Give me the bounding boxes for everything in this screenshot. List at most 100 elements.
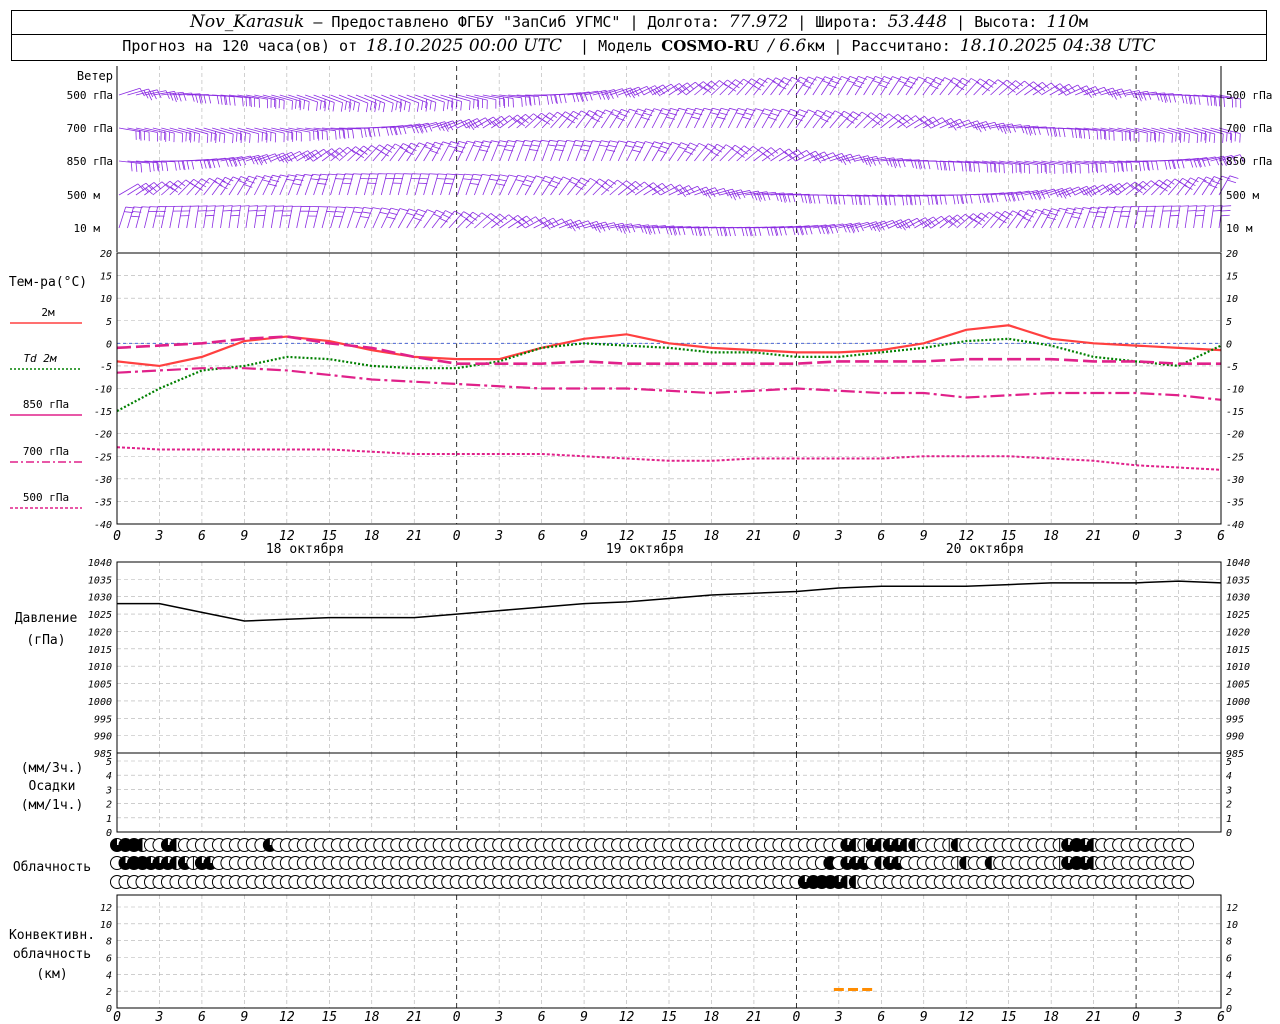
wind-barb-feather xyxy=(210,132,213,142)
wind-barb-feather xyxy=(850,153,856,163)
wind-barb xyxy=(296,206,302,229)
wind-barb xyxy=(465,174,474,196)
wind-barb-feather xyxy=(1139,162,1142,172)
wind-barb-feather xyxy=(723,188,729,197)
wind-barb-feather xyxy=(240,133,243,144)
wind-barb-feather xyxy=(531,144,541,147)
wind-barb-feather xyxy=(1100,163,1102,173)
wind-barb-feather xyxy=(1227,179,1237,184)
precip-unit-1h: (мм/1ч.) xyxy=(21,798,84,813)
wind-barb-feather xyxy=(521,117,529,124)
hour-label-bottom: 18 xyxy=(1043,1010,1059,1024)
wind-barb xyxy=(1167,178,1183,196)
wind-barb-feather xyxy=(998,163,1000,173)
wind-barb-feather xyxy=(135,162,138,172)
wind-barb xyxy=(727,145,745,162)
wind-barb-feather xyxy=(968,162,971,172)
wind-barb-feather xyxy=(880,196,883,206)
wind-barb-feather xyxy=(460,101,462,111)
wind-barb-feather xyxy=(837,154,843,163)
wind-barb-feather xyxy=(931,195,934,205)
wind-barb-feather xyxy=(1206,157,1211,167)
legend-label: 2м xyxy=(41,306,55,319)
pressure-unit: (гПа) xyxy=(26,633,65,648)
wind-barb-feather xyxy=(403,101,407,111)
temp-tick-left: -5 xyxy=(100,362,112,373)
wind-barb-feather xyxy=(1198,95,1201,105)
wind-barb xyxy=(736,78,752,96)
wind-barb xyxy=(1091,206,1100,229)
wind-barb xyxy=(558,110,574,129)
legend-label: 700 гПа xyxy=(23,445,69,458)
wind-barb-feather xyxy=(1105,163,1107,173)
wind-barb-feather xyxy=(956,194,960,204)
wind-barb xyxy=(414,173,422,196)
wind-barb-feather xyxy=(599,144,609,148)
wind-barb xyxy=(279,174,289,196)
wind-barb xyxy=(507,175,519,196)
wind-barb-feather xyxy=(902,196,905,206)
wind-barb xyxy=(533,217,554,229)
wind-barb xyxy=(888,114,907,129)
hour-label-bottom: 15 xyxy=(1001,1010,1017,1024)
wind-barb xyxy=(1125,180,1144,196)
wind-barb-feather xyxy=(472,211,481,218)
wind-barb xyxy=(169,206,175,229)
wind-barb xyxy=(279,206,285,229)
wind-barb-feather xyxy=(345,206,355,209)
wind-barb-feather xyxy=(566,139,576,143)
wind-barb-feather xyxy=(1142,161,1145,171)
wind-barb-feather xyxy=(538,96,541,106)
wind-barb xyxy=(397,142,412,162)
wind-barb xyxy=(127,206,135,229)
hour-label: 3 xyxy=(1174,529,1183,544)
wind-barb-feather xyxy=(139,88,145,97)
wind-barb-feather xyxy=(303,100,305,110)
wind-barb-feather xyxy=(198,133,200,143)
wind-barb-feather xyxy=(1096,130,1099,140)
wind-barb-feather xyxy=(1179,133,1182,143)
wind-barb-feather xyxy=(515,179,525,183)
conv-tick-left: 4 xyxy=(106,970,112,981)
wind-barb-feather xyxy=(939,161,943,171)
pressure-tick-left: 1030 xyxy=(88,593,112,604)
wind-barb-feather xyxy=(1020,191,1025,201)
hour-label-bottom: 12 xyxy=(279,1010,295,1024)
wind-barb-feather xyxy=(703,86,712,94)
wind-barb-feather xyxy=(242,97,244,107)
wind-barb-feather xyxy=(1058,128,1061,138)
hour-label: 3 xyxy=(494,529,503,544)
wind-level-labels-left: 500 гПа 700 гПа 850 гПа 500 м 10 м xyxy=(67,89,113,235)
wind-barb-feather xyxy=(203,94,207,104)
wind-barb xyxy=(516,140,525,162)
wind-barb-feather xyxy=(580,149,590,152)
pressure-tick-left: 1035 xyxy=(88,575,112,586)
conv-unit: (км) xyxy=(36,967,67,982)
wind-barb xyxy=(905,115,925,129)
wind-barb-feather xyxy=(859,154,864,164)
pressure-tick-right: 1040 xyxy=(1226,558,1250,569)
wind-barb-feather xyxy=(223,95,226,105)
wind-barb-feather xyxy=(978,163,980,173)
precip-tick-right: 1 xyxy=(1226,814,1232,825)
wind-barbs-layer xyxy=(118,75,1245,237)
wind-barb-feather xyxy=(1130,162,1133,172)
wind-barb-feather xyxy=(1221,210,1231,212)
wind-barb-feather xyxy=(599,178,608,184)
wind-barb-feather xyxy=(1175,132,1177,142)
wind-barb-feather xyxy=(1183,132,1186,142)
wind-barb-feather xyxy=(193,132,196,142)
temp-title: Тем-ра(°С) xyxy=(9,275,87,290)
wind-barb-feather xyxy=(388,212,398,216)
wind-barb-feather xyxy=(336,206,346,208)
wind-barb xyxy=(457,211,474,229)
wind-barb xyxy=(643,182,663,196)
wind-barb xyxy=(355,145,372,162)
cloud-symbol xyxy=(1180,875,1195,889)
wind-barb xyxy=(338,206,347,229)
wind-barb-feather xyxy=(385,126,389,136)
precip-tick-left: 0 xyxy=(106,828,112,839)
temp-tick-left: 20 xyxy=(100,249,112,260)
wind-barb-feather xyxy=(382,103,386,113)
wind-barb-feather xyxy=(948,161,951,171)
